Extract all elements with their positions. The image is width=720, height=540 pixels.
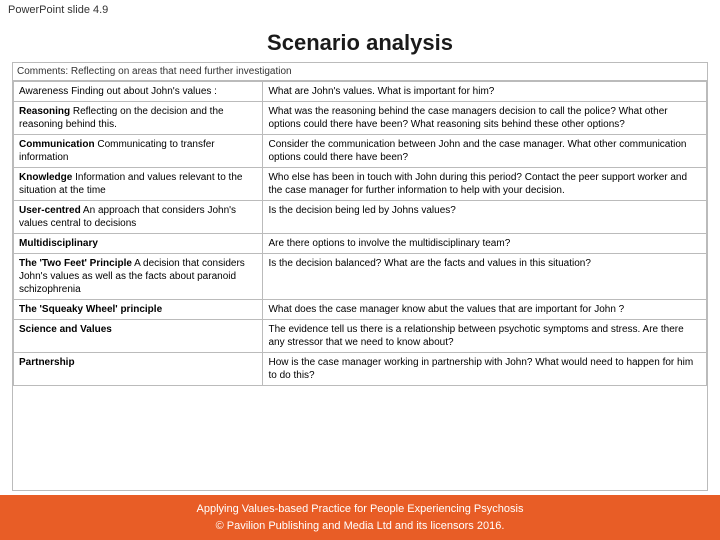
footer-line2: © Pavilion Publishing and Media Ltd and … (4, 518, 716, 535)
table-cell-col2: Is the decision balanced? What are the f… (263, 254, 707, 300)
table-cell-col1: Awareness Finding out about John's value… (14, 82, 263, 102)
slide-label: PowerPoint slide 4.9 (0, 0, 720, 18)
main-content: Scenario analysis Comments: Reflecting o… (0, 18, 720, 495)
table-container: Awareness Finding out about John's value… (12, 80, 708, 491)
table-cell-col1: The 'Squeaky Wheel' principle (14, 300, 263, 320)
table-cell-col1: User-centred An approach that considers … (14, 201, 263, 234)
table-cell-col1: Partnership (14, 353, 263, 386)
table-cell-col2: Consider the communication between John … (263, 135, 707, 168)
footer: Applying Values-based Practice for Peopl… (0, 495, 720, 540)
table-cell-col1: Knowledge Information and values relevan… (14, 168, 263, 201)
table-row: Knowledge Information and values relevan… (14, 168, 707, 201)
table-cell-col2: Is the decision being led by Johns value… (263, 201, 707, 234)
page-title: Scenario analysis (12, 30, 708, 56)
table-row: The 'Two Feet' Principle A decision that… (14, 254, 707, 300)
table-row: Science and ValuesThe evidence tell us t… (14, 320, 707, 353)
table-row: User-centred An approach that considers … (14, 201, 707, 234)
app: PowerPoint slide 4.9 Scenario analysis C… (0, 0, 720, 540)
table-cell-col1: Communication Communicating to transfer … (14, 135, 263, 168)
footer-line1: Applying Values-based Practice for Peopl… (4, 501, 716, 518)
table-cell-col2: Are there options to involve the multidi… (263, 234, 707, 254)
table-cell-col2: What was the reasoning behind the case m… (263, 102, 707, 135)
table-cell-col2: Who else has been in touch with John dur… (263, 168, 707, 201)
comments-row: Comments: Reflecting on areas that need … (12, 62, 708, 80)
table-row: MultidisciplinaryAre there options to in… (14, 234, 707, 254)
table-cell-col2: How is the case manager working in partn… (263, 353, 707, 386)
table-cell-col1: The 'Two Feet' Principle A decision that… (14, 254, 263, 300)
scenario-table: Awareness Finding out about John's value… (13, 81, 707, 386)
table-row: Reasoning Reflecting on the decision and… (14, 102, 707, 135)
table-cell-col1: Science and Values (14, 320, 263, 353)
table-cell-col1: Reasoning Reflecting on the decision and… (14, 102, 263, 135)
table-row: Awareness Finding out about John's value… (14, 82, 707, 102)
table-body: Awareness Finding out about John's value… (14, 82, 707, 386)
table-row: The 'Squeaky Wheel' principleWhat does t… (14, 300, 707, 320)
table-cell-col1: Multidisciplinary (14, 234, 263, 254)
table-row: Communication Communicating to transfer … (14, 135, 707, 168)
table-row: PartnershipHow is the case manager worki… (14, 353, 707, 386)
table-cell-col2: The evidence tell us there is a relation… (263, 320, 707, 353)
table-cell-col2: What are John's values. What is importan… (263, 82, 707, 102)
title-area: Scenario analysis (12, 22, 708, 62)
table-cell-col2: What does the case manager know abut the… (263, 300, 707, 320)
